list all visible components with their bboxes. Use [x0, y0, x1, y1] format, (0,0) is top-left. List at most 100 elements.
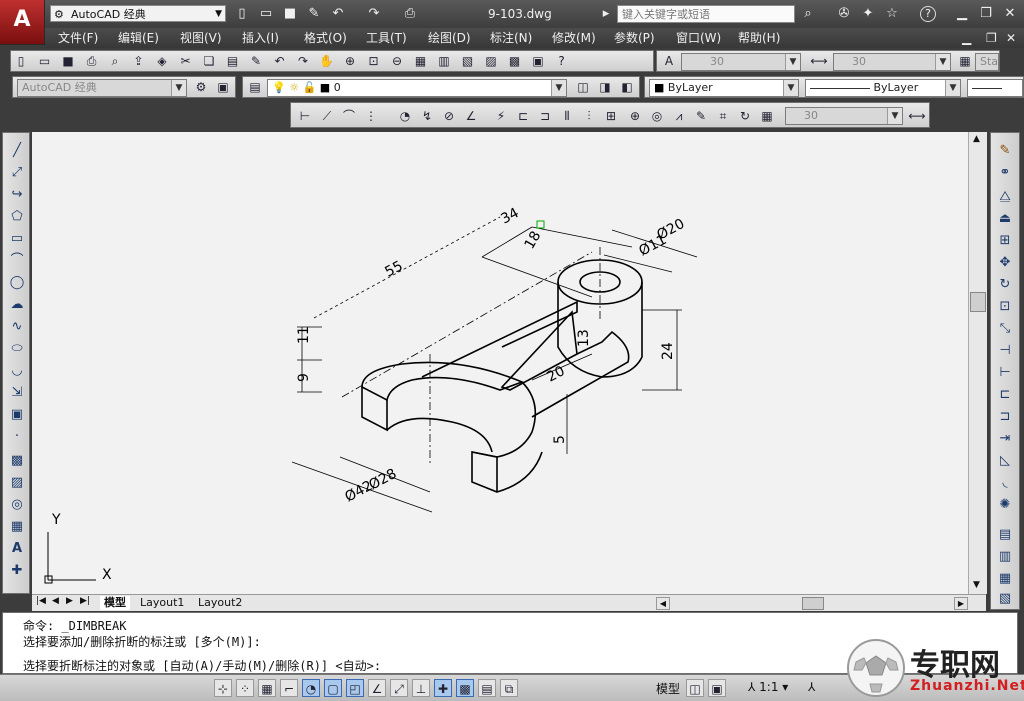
- scroll-down-icon[interactable]: ▼: [973, 580, 980, 590]
- radius-dimension-icon[interactable]: ◔: [396, 107, 414, 125]
- undo-icon[interactable]: ↶: [271, 52, 289, 70]
- polygon-icon[interactable]: ⬠: [7, 207, 27, 227]
- 3d-print-icon[interactable]: ◈: [153, 52, 171, 70]
- trim-icon[interactable]: ⊣: [995, 341, 1015, 361]
- jogged-linear-icon[interactable]: ⩘: [670, 107, 688, 125]
- redo-icon[interactable]: ↷: [294, 52, 312, 70]
- construction-line-icon[interactable]: ⤢: [7, 163, 27, 183]
- quick-view-layouts-icon[interactable]: ◫: [686, 679, 704, 697]
- tool-palettes-icon[interactable]: ▧: [459, 52, 477, 70]
- polyline-icon[interactable]: ↪: [7, 185, 27, 205]
- minimize-button[interactable]: ▁: [950, 5, 974, 23]
- tolerance-icon[interactable]: ⊞: [602, 107, 620, 125]
- hscroll-right-icon[interactable]: ▶: [954, 597, 968, 610]
- grid-icon[interactable]: ▦: [258, 679, 276, 697]
- copy-object-icon[interactable]: ⚭: [995, 163, 1015, 183]
- linetype-combo[interactable]: ByLayer ▼: [805, 79, 961, 97]
- annotation-visibility-icon[interactable]: ⅄: [808, 680, 815, 694]
- table-icon[interactable]: ▦: [7, 517, 27, 537]
- ordinate-dimension-icon[interactable]: ⋮: [362, 107, 380, 125]
- hscroll-left-icon[interactable]: ◀: [656, 597, 670, 610]
- text-style-combo[interactable]: 30 ▼: [681, 53, 801, 71]
- publish-icon[interactable]: ⇪: [130, 52, 148, 70]
- vertical-scrollbar[interactable]: ▲ ▼: [968, 132, 987, 594]
- dimension-style-manager-icon[interactable]: ⟷: [908, 107, 926, 125]
- layer-properties-icon[interactable]: ▤: [246, 78, 264, 96]
- baseline-dimension-icon[interactable]: ⊏: [514, 107, 532, 125]
- quickcalc-icon[interactable]: ▣: [529, 52, 547, 70]
- line-icon[interactable]: ╱: [7, 141, 27, 161]
- rotate-icon[interactable]: ↻: [995, 275, 1015, 295]
- gradient-icon[interactable]: ▨: [7, 473, 27, 493]
- extend-icon[interactable]: ⊢: [995, 363, 1015, 383]
- scroll-up-icon[interactable]: ▲: [973, 134, 980, 144]
- menu-window[interactable]: 窗口(W): [676, 30, 721, 46]
- table-style-combo[interactable]: Standa: [975, 53, 999, 71]
- osnap-icon[interactable]: ▢: [324, 679, 342, 697]
- selection-cycling-icon[interactable]: ⧉: [500, 679, 518, 697]
- menu-modify[interactable]: 修改(M): [552, 30, 596, 46]
- aligned-dimension-icon[interactable]: ⟋: [318, 107, 336, 125]
- circle-icon[interactable]: ◯: [7, 273, 27, 293]
- lineweight-icon[interactable]: ✚: [434, 679, 452, 697]
- annotation-scale-label[interactable]: ⅄ 1:1 ▾: [748, 680, 788, 694]
- cut-icon[interactable]: ✂: [177, 52, 195, 70]
- close-button[interactable]: ✕: [998, 5, 1022, 23]
- paste-icon[interactable]: ▤: [224, 52, 242, 70]
- workspace-settings-icon[interactable]: ⚙: [192, 78, 210, 96]
- angular-dimension-icon[interactable]: ∠: [462, 107, 480, 125]
- save-icon[interactable]: ■: [59, 52, 77, 70]
- send-back-icon[interactable]: ▦: [995, 569, 1015, 589]
- layer-state-icon[interactable]: ◧: [618, 78, 636, 96]
- zoom-realtime-icon[interactable]: ⊕: [341, 52, 359, 70]
- binoculars-icon[interactable]: ⌕: [800, 6, 816, 22]
- zoom-previous-icon[interactable]: ⊖: [388, 52, 406, 70]
- hscroll-thumb[interactable]: [802, 597, 824, 610]
- center-mark-icon[interactable]: ⊕: [626, 107, 644, 125]
- linear-dimension-icon[interactable]: ⊢: [296, 107, 314, 125]
- plot-preview-icon[interactable]: ⌕: [106, 52, 124, 70]
- scale-icon[interactable]: ⊡: [995, 297, 1015, 317]
- menu-edit[interactable]: 编辑(E): [118, 30, 159, 46]
- infer-constraints-icon[interactable]: ⊹: [214, 679, 232, 697]
- diameter-dimension-icon[interactable]: ⊘: [440, 107, 458, 125]
- doc-minimize-button[interactable]: ▁: [962, 30, 971, 46]
- tab-last-icon[interactable]: ▶|: [80, 596, 90, 606]
- ducs-icon[interactable]: ⤢: [390, 679, 408, 697]
- dimension-text-edit-icon[interactable]: ⌗: [714, 107, 732, 125]
- 3d-osnap-icon[interactable]: ◰: [346, 679, 364, 697]
- bring-front-icon[interactable]: ▥: [995, 547, 1015, 567]
- tab-next-icon[interactable]: ▶: [66, 596, 73, 606]
- draw-order-icon[interactable]: ▤: [995, 525, 1015, 545]
- menu-dimension[interactable]: 标注(N): [490, 30, 532, 46]
- workspace-combo[interactable]: AutoCAD 经典 ▼: [17, 79, 187, 97]
- menu-tools[interactable]: 工具(T): [366, 30, 407, 46]
- hatch-icon[interactable]: ▩: [7, 451, 27, 471]
- plot-icon[interactable]: ⎙: [83, 52, 101, 70]
- color-combo[interactable]: ■ ByLayer ▼: [649, 79, 799, 97]
- make-current-layer-icon[interactable]: ◫: [574, 78, 592, 96]
- menu-file[interactable]: 文件(F): [58, 30, 98, 46]
- dimension-override-icon[interactable]: ▦: [758, 107, 776, 125]
- chamfer-icon[interactable]: ◺: [995, 451, 1015, 471]
- new-icon[interactable]: ▯: [12, 52, 30, 70]
- dimension-style-icon[interactable]: ⟷: [810, 52, 828, 70]
- model-space-label[interactable]: 模型: [656, 680, 680, 697]
- join-icon[interactable]: ⇥: [995, 429, 1015, 449]
- point-icon[interactable]: ·: [7, 427, 27, 447]
- dyn-icon[interactable]: ⊥: [412, 679, 430, 697]
- workspace-switch[interactable]: ⚙ AutoCAD 经典 ▼: [50, 5, 226, 22]
- insert-block-icon[interactable]: ⇲: [7, 383, 27, 403]
- jogged-dimension-icon[interactable]: ↯: [418, 107, 436, 125]
- spline-icon[interactable]: ∿: [7, 317, 27, 337]
- dimension-update-icon[interactable]: ↻: [736, 107, 754, 125]
- design-center-icon[interactable]: ▥: [435, 52, 453, 70]
- layer-combo[interactable]: 💡 ☼ 🔓 ■ 0 ▼: [267, 79, 567, 97]
- pan-icon[interactable]: ✋: [318, 52, 336, 70]
- rectangle-icon[interactable]: ▭: [7, 229, 27, 249]
- menu-parametric[interactable]: 参数(P): [614, 30, 655, 46]
- communication-center-icon[interactable]: ✦: [860, 6, 876, 22]
- help-icon[interactable]: ?: [920, 6, 936, 22]
- transparency-icon[interactable]: ▩: [456, 679, 474, 697]
- otrack-icon[interactable]: ∠: [368, 679, 386, 697]
